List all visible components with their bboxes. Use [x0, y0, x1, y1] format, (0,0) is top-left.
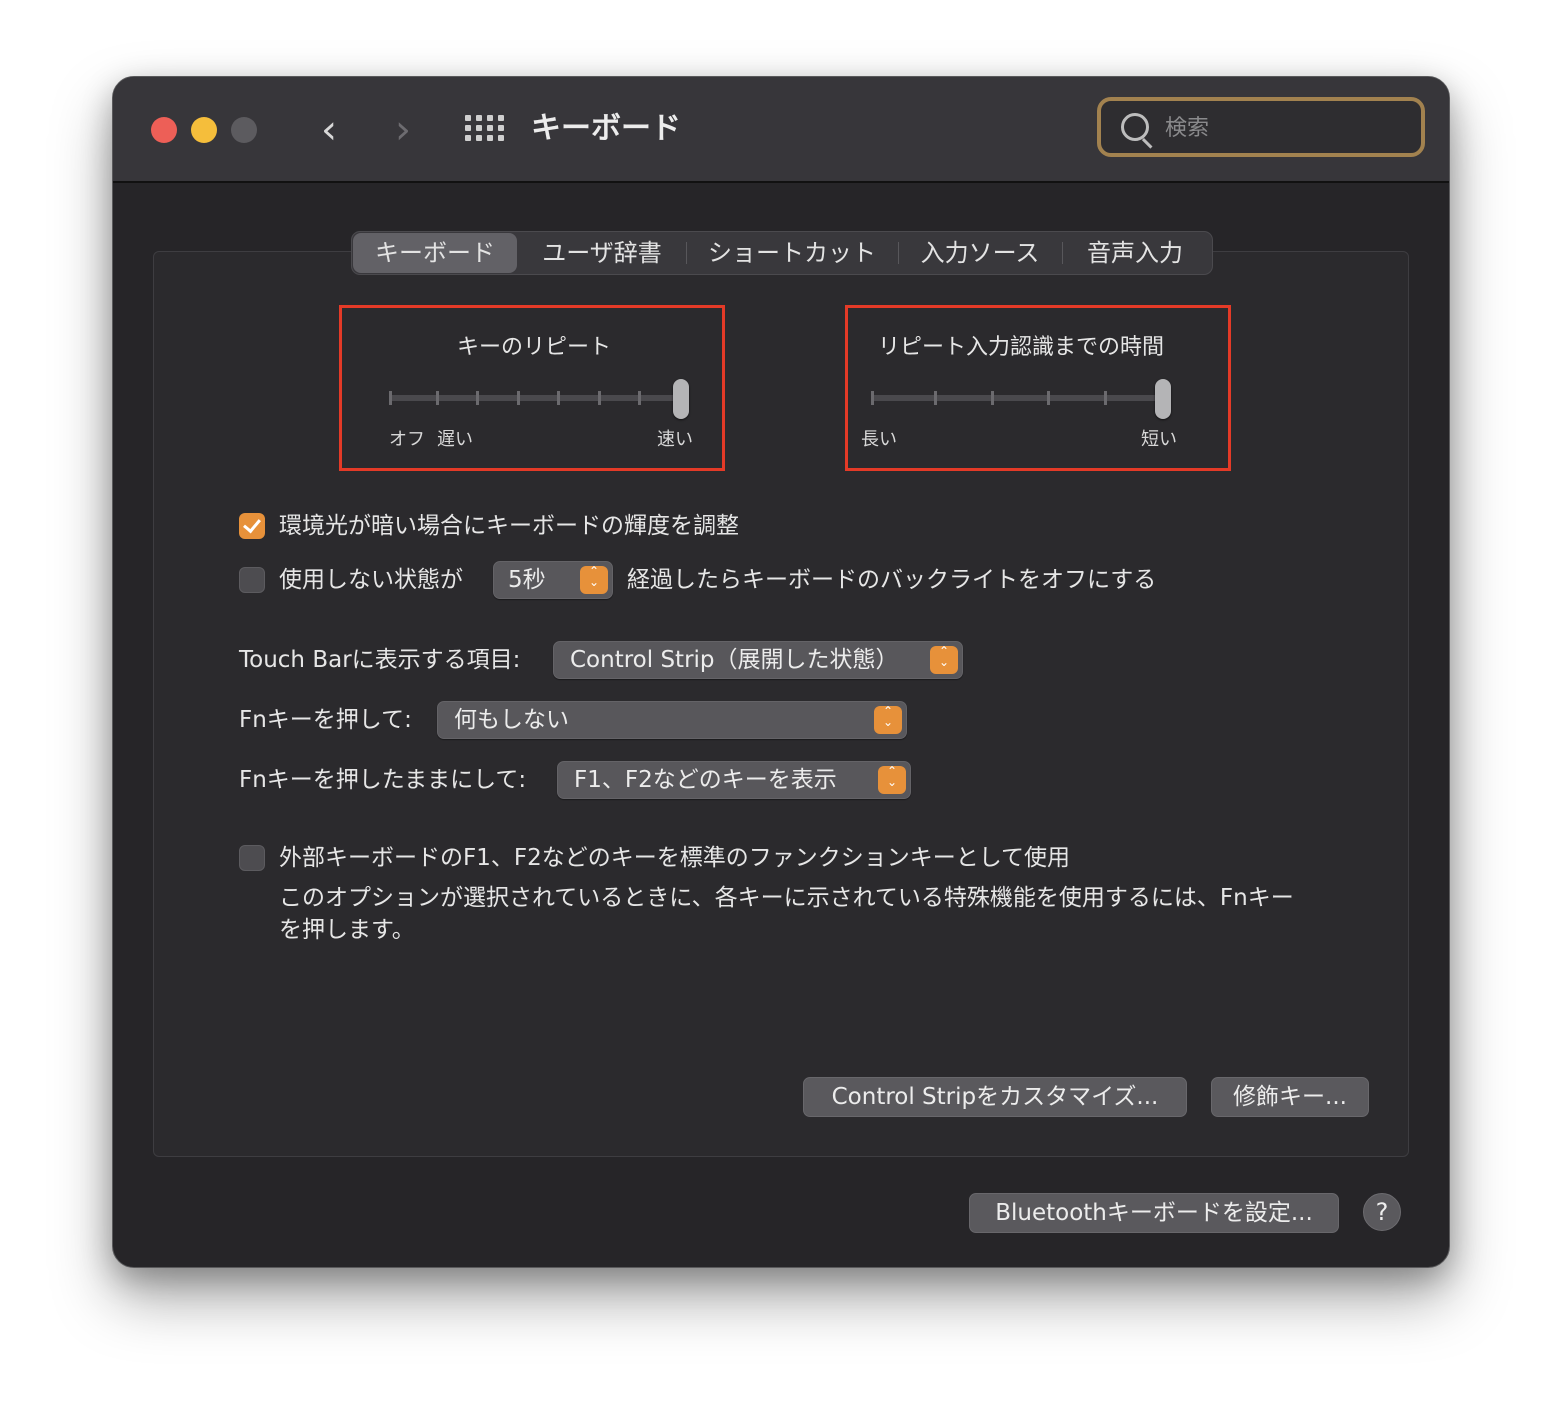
- modifier-keys-button[interactable]: 修飾キー...: [1211, 1077, 1369, 1117]
- tab-user-dictionary[interactable]: ユーザ辞書: [518, 232, 686, 274]
- backlight-duration-value: 5秒: [508, 567, 546, 593]
- tab-shortcuts[interactable]: ショートカット: [686, 232, 898, 274]
- key-repeat-off-label: オフ: [389, 429, 425, 450]
- tab-bar: キーボード ユーザ辞書 ショートカット 入力ソース 音声入力: [351, 231, 1213, 275]
- tab-input-sources[interactable]: 入力ソース: [898, 232, 1062, 274]
- repeat-delay-knob[interactable]: [1155, 379, 1171, 419]
- key-repeat-slow-label: 遅い: [437, 429, 473, 450]
- help-button[interactable]: ?: [1363, 1193, 1401, 1231]
- repeat-delay-track: [871, 395, 1163, 401]
- touch-bar-value: Control Strip（展開した状態）: [570, 647, 899, 673]
- backlight-off-label-after: 経過したらキーボードのバックライトをオフにする: [627, 567, 1157, 593]
- function-keys-description-line2: を押します。: [279, 917, 415, 943]
- key-repeat-fast-label: 速い: [657, 429, 693, 450]
- fn-press-value: 何もしない: [454, 707, 569, 733]
- ambient-light-label: 環境光が暗い場合にキーボードの輝度を調整: [279, 513, 739, 539]
- function-keys-label: 外部キーボードのF1、F2などのキーを標準のファンクションキーとして使用: [279, 845, 1071, 871]
- backlight-off-label-before: 使用しない状態が: [279, 567, 463, 593]
- key-repeat-label: キーのリピート: [456, 335, 611, 360]
- function-keys-checkbox[interactable]: [239, 845, 265, 871]
- touch-bar-popup[interactable]: Control Strip（展開した状態） ⌃ ⌄: [553, 641, 963, 679]
- fn-press-label: Fnキーを押して:: [239, 707, 412, 733]
- setup-bluetooth-keyboard-button[interactable]: Bluetoothキーボードを設定...: [969, 1193, 1339, 1233]
- tab-dictation[interactable]: 音声入力: [1062, 232, 1208, 274]
- function-keys-description-line1: このオプションが選択されているときに、各キーに示されている特殊機能を使用するには…: [279, 885, 1294, 911]
- popup-arrows-icon: ⌃ ⌄: [874, 705, 902, 734]
- minimize-button[interactable]: [191, 117, 217, 143]
- title-bar: ‹ › キーボード: [113, 77, 1449, 183]
- key-repeat-knob[interactable]: [673, 379, 689, 419]
- fn-hold-value: F1、F2などのキーを表示: [574, 767, 837, 793]
- fn-hold-label: Fnキーを押したままにして:: [239, 767, 527, 793]
- ambient-light-checkbox[interactable]: [239, 513, 265, 539]
- zoom-button[interactable]: [231, 117, 257, 143]
- repeat-delay-short-label: 短い: [1141, 429, 1177, 450]
- tab-keyboard[interactable]: キーボード: [353, 233, 517, 273]
- system-preferences-window: ‹ › キーボード キーボード ユーザ辞書 ショートカット 入力ソース 音声入力…: [112, 76, 1450, 1268]
- popup-arrows-icon: ⌃ ⌄: [930, 645, 958, 674]
- back-chevron-icon[interactable]: ‹: [309, 105, 349, 155]
- search-field[interactable]: [1097, 97, 1425, 157]
- search-input[interactable]: [1163, 109, 1407, 147]
- show-all-grid-icon[interactable]: [465, 115, 504, 145]
- fn-press-popup[interactable]: 何もしない ⌃ ⌄: [437, 701, 907, 739]
- backlight-off-checkbox[interactable]: [239, 567, 265, 593]
- close-button[interactable]: [151, 117, 177, 143]
- repeat-delay-long-label: 長い: [861, 429, 897, 450]
- backlight-duration-popup[interactable]: 5秒 ⌃ ⌄: [493, 561, 613, 599]
- touch-bar-label: Touch Barに表示する項目:: [239, 647, 521, 673]
- repeat-delay-label: リピート入力認識までの時間: [877, 335, 1164, 360]
- fn-hold-popup[interactable]: F1、F2などのキーを表示 ⌃ ⌄: [557, 761, 911, 799]
- popup-arrows-icon: ⌃ ⌄: [878, 765, 906, 794]
- popup-arrows-icon: ⌃ ⌄: [580, 565, 608, 594]
- customize-control-strip-button[interactable]: Control Stripをカスタマイズ...: [803, 1077, 1187, 1117]
- window-title: キーボード: [531, 111, 681, 146]
- forward-chevron-icon[interactable]: ›: [383, 105, 423, 155]
- search-icon: [1121, 113, 1149, 141]
